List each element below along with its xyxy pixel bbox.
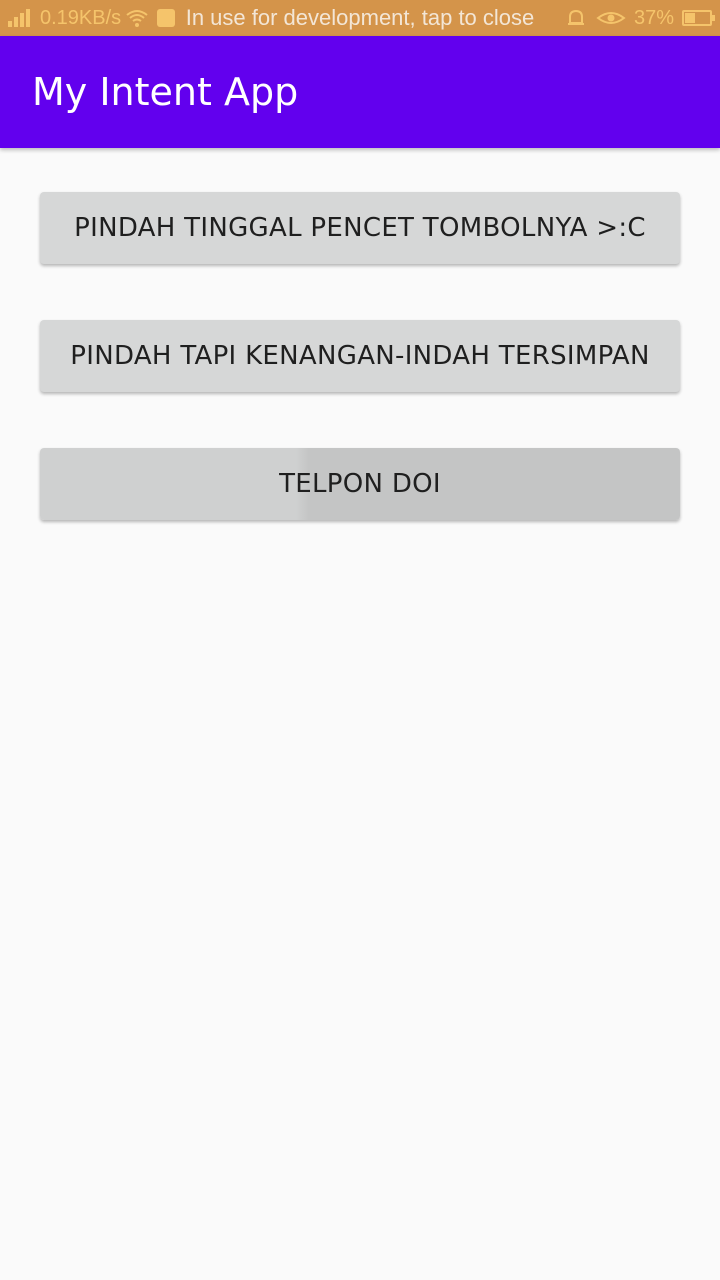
battery-percent: 37% [633, 7, 674, 29]
eye-icon [596, 12, 626, 24]
status-bar: 0.19KB/s In use for development, tap to … [0, 0, 720, 36]
app-bar: My Intent App [0, 36, 720, 148]
dial-number-button[interactable]: TELPON DOI [40, 448, 680, 520]
bell-icon [567, 9, 584, 25]
status-bar-right: 37% [564, 0, 715, 36]
move-activity-button[interactable]: PINDAH TINGGAL PENCET TOMBOLNYA >:C [40, 192, 680, 264]
battery-icon [682, 10, 715, 26]
move-with-data-button[interactable]: PINDAH TAPI KENANGAN-INDAH TERSIMPAN [40, 320, 680, 392]
app-title: My Intent App [32, 70, 299, 114]
main-content: PINDAH TINGGAL PENCET TOMBOLNYA >:C PIND… [0, 148, 720, 1280]
